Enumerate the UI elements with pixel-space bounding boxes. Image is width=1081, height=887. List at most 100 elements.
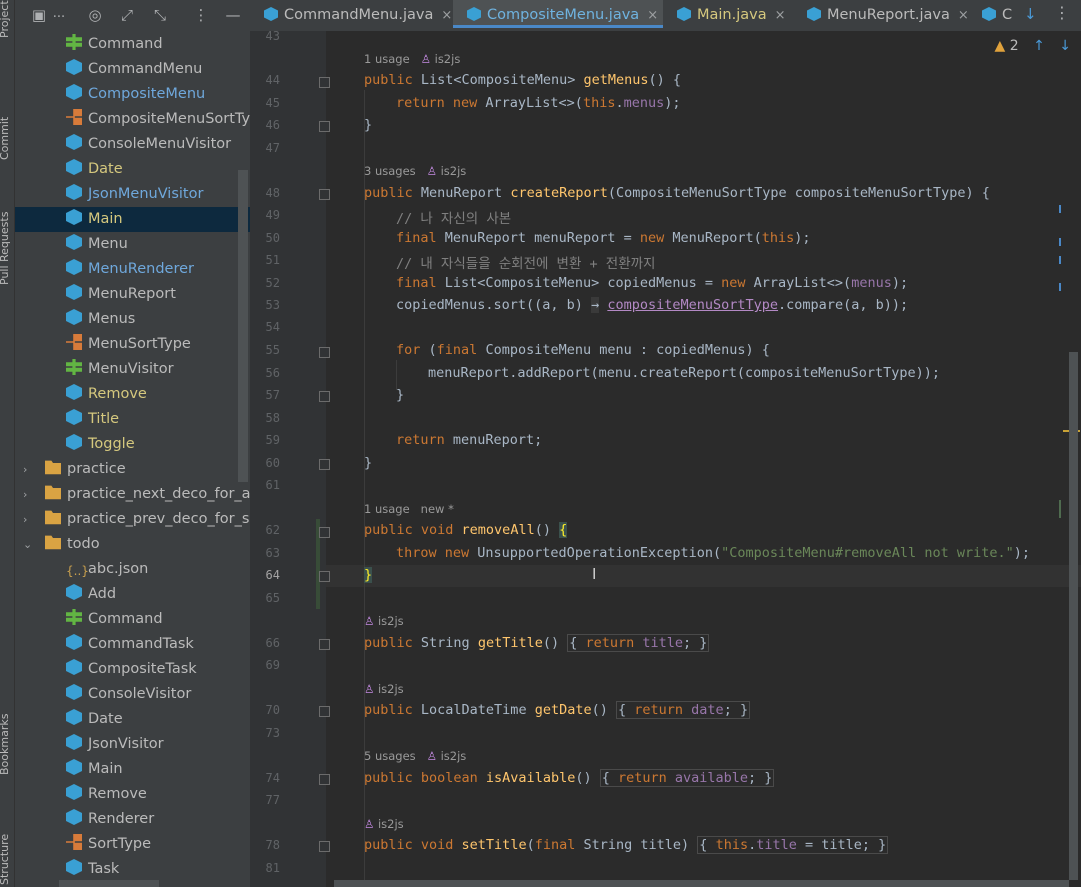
folded-region[interactable]: { this.title = title; } [697, 836, 889, 854]
fold-marker[interactable] [319, 639, 330, 650]
line-number[interactable]: 69 [250, 658, 280, 672]
line-number[interactable]: 43 [250, 29, 280, 43]
hide-panel-icon[interactable]: — [223, 6, 243, 24]
tree-item[interactable]: CompositeMenuSortType [15, 107, 250, 132]
close-tab-icon[interactable]: × [647, 8, 658, 23]
fold-marker[interactable] [319, 571, 330, 582]
collapse-all-icon[interactable]: ⤡ [150, 6, 170, 24]
line-number[interactable]: 60 [250, 456, 280, 470]
tree-item[interactable]: Main [15, 207, 250, 232]
tree-item[interactable]: Toggle [15, 432, 135, 457]
line-number[interactable]: 45 [250, 96, 280, 110]
line-number[interactable]: 59 [250, 433, 280, 447]
editor-tab[interactable]: MenuReport.java × [793, 0, 969, 31]
line-number[interactable]: 54 [250, 320, 280, 334]
fold-marker[interactable] [319, 189, 330, 200]
author-hint[interactable]: ♙ is2js [364, 682, 404, 696]
close-tab-icon[interactable]: × [441, 8, 452, 23]
tree-item[interactable]: Date [15, 707, 123, 732]
collapsed-arrow-icon[interactable]: › [23, 482, 35, 507]
project-view-ellipsis[interactable]: ... [49, 6, 69, 21]
line-number[interactable]: 56 [250, 366, 280, 380]
code-line[interactable]: final List<CompositeMenu> copiedMenus = … [396, 275, 908, 291]
code-line[interactable]: } [364, 455, 372, 471]
code-line[interactable]: } [364, 117, 372, 133]
tree-item[interactable]: Title [15, 407, 119, 432]
line-number[interactable]: 57 [250, 388, 280, 402]
folded-region[interactable]: { return date; } [616, 701, 751, 719]
change-stripe-mark[interactable] [1059, 500, 1061, 518]
line-number[interactable]: 73 [250, 726, 280, 740]
tree-item[interactable]: CommandMenu [15, 57, 202, 82]
fold-marker[interactable] [319, 459, 330, 470]
line-number[interactable]: 48 [250, 186, 280, 200]
structure-tool-tab[interactable]: Structure [0, 834, 11, 885]
tree-item[interactable]: MenuVisitor [15, 357, 174, 382]
line-number[interactable]: 62 [250, 523, 280, 537]
locate-file-icon[interactable]: ◎ [85, 6, 105, 24]
line-number[interactable]: 78 [250, 838, 280, 852]
code-line[interactable]: throw new UnsupportedOperationException(… [396, 545, 1030, 561]
usages-hint[interactable]: 5 usages ♙ is2js [364, 749, 466, 763]
inspections-widget[interactable]: ▲ 2 ↑ ↓ [994, 38, 1071, 54]
tree-item[interactable]: Add [15, 582, 116, 607]
code-line[interactable]: public MenuReport createReport(Composite… [364, 185, 990, 201]
close-tab-icon[interactable]: × [775, 8, 786, 23]
editor-tab[interactable]: CommandMenu.java × [250, 0, 453, 31]
tree-item[interactable]: ⌄ todo [15, 532, 100, 557]
tree-item[interactable]: Main [15, 757, 123, 782]
collapsed-arrow-icon[interactable]: › [23, 507, 35, 532]
tree-item[interactable]: SortType [15, 832, 151, 857]
tree-item[interactable]: Remove [15, 782, 147, 807]
code-line[interactable]: return new ArrayList<>(this.menus); [396, 95, 681, 111]
folded-region[interactable]: { return title; } [567, 634, 710, 652]
project-view-icon[interactable]: ▣ [29, 6, 49, 24]
project-scrollbar[interactable] [238, 170, 248, 482]
line-number[interactable]: 77 [250, 793, 280, 807]
commit-tool-tab[interactable]: Commit [0, 117, 11, 160]
fold-marker[interactable] [319, 391, 330, 402]
fold-marker[interactable] [319, 527, 330, 538]
code-comment[interactable]: // 내 자식들을 순회전에 변환 + 전환까지 [396, 252, 655, 272]
code-line[interactable]: public LocalDateTime getDate() { return … [364, 701, 751, 719]
code-line[interactable]: public String getTitle() { return title;… [364, 634, 710, 652]
tab-list-icon[interactable]: ↓ [1024, 5, 1037, 23]
code-line[interactable]: return menuReport; [396, 432, 542, 448]
tree-item[interactable]: Remove [15, 382, 147, 407]
line-number[interactable]: 47 [250, 141, 280, 155]
tree-item[interactable]: MenuRenderer [15, 257, 194, 282]
line-number[interactable]: 65 [250, 591, 280, 605]
code-line[interactable]: final MenuReport menuReport = new MenuRe… [396, 230, 811, 246]
tree-item[interactable]: Date [15, 157, 123, 182]
editor-tab[interactable]: C [968, 0, 1028, 31]
line-number[interactable]: 81 [250, 861, 280, 875]
author-hint[interactable]: ♙ is2js [364, 817, 404, 831]
usages-hint[interactable]: 1 usage new * [364, 502, 454, 516]
project-hscrollbar[interactable] [59, 880, 159, 887]
usages-hint[interactable]: 1 usage ♙ is2js [364, 52, 460, 66]
line-number[interactable]: 52 [250, 276, 280, 290]
tree-item[interactable]: MenuReport [15, 282, 176, 307]
expand-all-icon[interactable]: ⤢ [117, 6, 137, 24]
code-comment[interactable]: // 나 자신의 사본 [396, 207, 511, 227]
expanded-arrow-icon[interactable]: ⌄ [23, 532, 35, 557]
code-line[interactable]: } [396, 387, 404, 403]
code-line[interactable]: public void removeAll() { [364, 522, 568, 538]
code-line[interactable]: menuReport.addReport(menu.createReport(c… [428, 365, 940, 381]
tree-item[interactable]: Task [15, 857, 119, 882]
tree-item[interactable]: CommandTask [15, 632, 194, 657]
line-number[interactable]: 44 [250, 73, 280, 87]
tree-item[interactable]: › practice [15, 457, 126, 482]
line-number[interactable]: 46 [250, 118, 280, 132]
more-tabs-icon[interactable]: ⋮ [1054, 3, 1070, 22]
bookmarks-tool-tab[interactable]: Bookmarks [0, 714, 11, 775]
next-problem-icon[interactable]: ↓ [1059, 38, 1071, 54]
code-line[interactable]: public List<CompositeMenu> getMenus() { [364, 72, 681, 88]
line-number[interactable]: 66 [250, 636, 280, 650]
line-number[interactable]: 55 [250, 343, 280, 357]
tree-item[interactable]: ConsoleVisitor [15, 682, 191, 707]
code-line[interactable]: copiedMenus.sort((a, b) → compositeMenuS… [396, 297, 908, 313]
line-number[interactable]: 49 [250, 208, 280, 222]
tree-item[interactable]: CompositeTask [15, 657, 197, 682]
prev-problem-icon[interactable]: ↑ [1033, 38, 1045, 54]
